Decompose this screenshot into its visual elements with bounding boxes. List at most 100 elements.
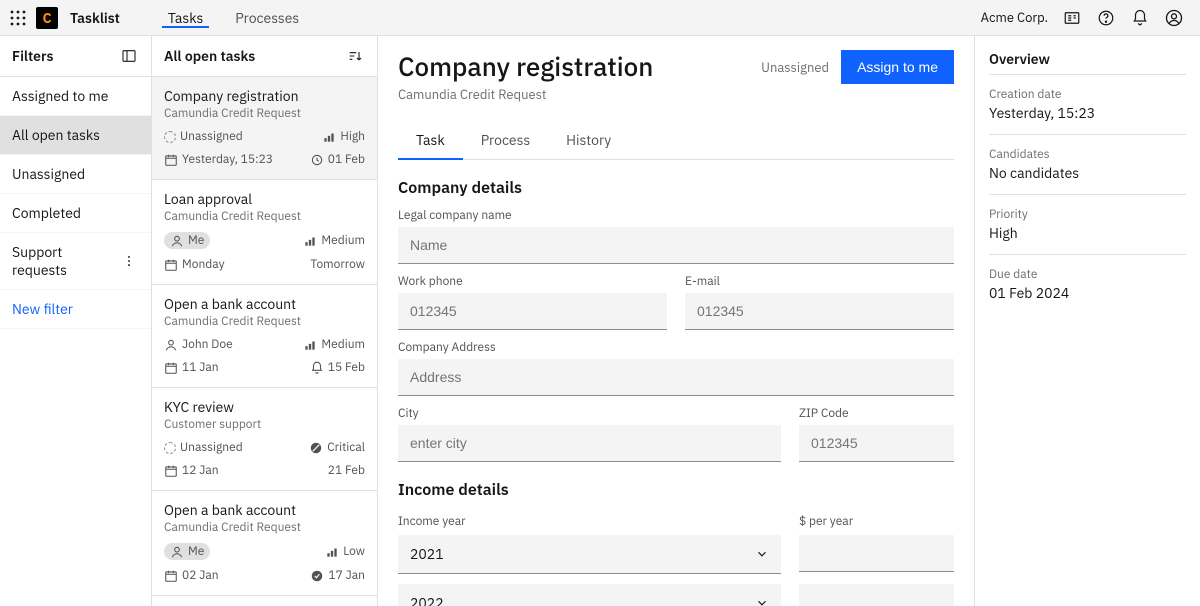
- income-amount-input[interactable]: [799, 535, 954, 572]
- apps-icon[interactable]: [8, 8, 28, 28]
- task-due: 21 Feb: [328, 463, 365, 478]
- priority-icon: [303, 234, 317, 248]
- income-details-heading: Income details: [398, 480, 954, 500]
- task-card-title: Company registration: [164, 87, 365, 105]
- filter-label: Support requests: [12, 243, 119, 279]
- task-card-title: Loan approval: [164, 190, 365, 208]
- filter-item[interactable]: Assigned to me: [0, 77, 151, 116]
- notifications-icon[interactable]: [1130, 8, 1150, 28]
- filter-item[interactable]: All open tasks: [0, 116, 151, 155]
- tab-process[interactable]: Process: [463, 121, 548, 159]
- detail-tabs: Task Process History: [398, 121, 954, 160]
- nav-tab-processes[interactable]: Processes: [219, 9, 315, 27]
- task-card-title: Open a bank account: [164, 295, 365, 313]
- city-input[interactable]: [398, 425, 781, 462]
- calendar-icon: [164, 569, 178, 583]
- task-assignee: Me: [164, 232, 210, 249]
- filters-header: Filters: [0, 36, 151, 77]
- task-due: 15 Feb: [310, 360, 365, 375]
- filter-item[interactable]: Unassigned: [0, 155, 151, 194]
- tab-task[interactable]: Task: [398, 121, 463, 159]
- overview-panel: Overview Creation date Yesterday, 15:23 …: [974, 36, 1200, 606]
- filter-label: Unassigned: [12, 165, 85, 183]
- app-header: C Tasklist Tasks Processes Acme Corp.: [0, 0, 1200, 36]
- zip-input[interactable]: [799, 425, 954, 462]
- task-card-subtitle: Camundia Credit Request: [164, 106, 365, 121]
- task-due: Tomorrow: [310, 257, 365, 272]
- per-year-label: $ per year: [799, 514, 954, 529]
- primary-nav: Tasks Processes: [152, 9, 315, 27]
- tasklist-panel: All open tasks Company registrationCamun…: [152, 36, 378, 606]
- email-label: E-mail: [685, 274, 954, 289]
- detail-panel: Company registration Camundia Credit Req…: [378, 36, 1200, 606]
- due-date-label: Due date: [989, 267, 1186, 282]
- task-time: Monday: [164, 257, 225, 272]
- calendar-icon: [164, 258, 178, 272]
- city-label: City: [398, 406, 781, 421]
- creation-date-value: Yesterday, 15:23: [989, 104, 1186, 122]
- creation-date-label: Creation date: [989, 87, 1186, 102]
- income-year-select[interactable]: 2022: [398, 584, 781, 606]
- priority-icon: [309, 441, 323, 455]
- process-launcher-icon[interactable]: [1062, 8, 1082, 28]
- calendar-icon: [164, 153, 178, 167]
- priority-label: Priority: [989, 207, 1186, 222]
- collapse-filters-icon[interactable]: [119, 46, 139, 66]
- assign-to-me-button[interactable]: Assign to me: [841, 50, 954, 84]
- header-left: C Tasklist Tasks Processes: [8, 7, 315, 29]
- task-card[interactable]: Company registrationCamundia Credit Requ…: [152, 77, 377, 180]
- task-time: 12 Jan: [164, 463, 219, 478]
- calendar-icon: [164, 361, 178, 375]
- priority-value: High: [989, 224, 1186, 242]
- task-priority: Medium: [303, 337, 365, 352]
- tasklist-title: All open tasks: [164, 47, 255, 65]
- check-icon: [310, 569, 324, 583]
- nav-tab-tasks[interactable]: Tasks: [152, 9, 219, 27]
- task-title: Company registration: [398, 50, 653, 84]
- task-card[interactable]: Loan approvalCamundia Credit Request: [152, 596, 377, 606]
- task-due: 01 Feb: [310, 152, 365, 167]
- due-date-value: 01 Feb 2024: [989, 284, 1186, 302]
- header-right: Acme Corp.: [981, 8, 1192, 28]
- income-year-select[interactable]: 2021: [398, 535, 781, 574]
- detail-main: Company registration Camundia Credit Req…: [378, 36, 974, 606]
- tab-history[interactable]: History: [548, 121, 629, 159]
- task-card[interactable]: Open a bank accountCamundia Credit Reque…: [152, 285, 377, 388]
- email-input[interactable]: [685, 293, 954, 330]
- income-amount-input[interactable]: [799, 584, 954, 606]
- phone-input[interactable]: [398, 293, 667, 330]
- task-due: 17 Jan: [310, 568, 365, 583]
- task-card[interactable]: KYC reviewCustomer supportUnassignedCrit…: [152, 388, 377, 491]
- address-input[interactable]: [398, 359, 954, 396]
- name-label: Legal company name: [398, 208, 954, 223]
- filter-label: Completed: [12, 204, 81, 222]
- task-assignee: Me: [164, 543, 210, 560]
- account-icon[interactable]: [1164, 8, 1184, 28]
- task-card-subtitle: Customer support: [164, 417, 365, 432]
- tasklist-header: All open tasks: [152, 36, 377, 77]
- task-time: 02 Jan: [164, 568, 219, 583]
- company-details-heading: Company details: [398, 178, 954, 198]
- filter-item[interactable]: Support requests: [0, 233, 151, 290]
- task-card-subtitle: Camundia Credit Request: [164, 314, 365, 329]
- filter-item[interactable]: Completed: [0, 194, 151, 233]
- sort-icon[interactable]: [345, 46, 365, 66]
- new-filter-link[interactable]: New filter: [0, 290, 151, 329]
- brand-logo: C: [36, 7, 58, 29]
- address-label: Company Address: [398, 340, 954, 355]
- candidates-label: Candidates: [989, 147, 1186, 162]
- income-year-value: 2021: [410, 545, 444, 563]
- unassigned-icon: [164, 131, 176, 143]
- income-year-label: Income year: [398, 514, 781, 529]
- task-card-title: Open a bank account: [164, 501, 365, 519]
- priority-icon: [325, 545, 339, 559]
- filters-title: Filters: [12, 47, 53, 65]
- filter-menu-icon[interactable]: [119, 251, 139, 271]
- company-name-input[interactable]: [398, 227, 954, 264]
- task-priority: Medium: [303, 233, 365, 248]
- help-icon[interactable]: [1096, 8, 1116, 28]
- task-card[interactable]: Open a bank accountCamundia Credit Reque…: [152, 491, 377, 596]
- task-assignee: John Doe: [164, 337, 233, 352]
- task-time: Yesterday, 15:23: [164, 152, 273, 167]
- task-card[interactable]: Loan approvalCamundia Credit RequestMeMe…: [152, 180, 377, 285]
